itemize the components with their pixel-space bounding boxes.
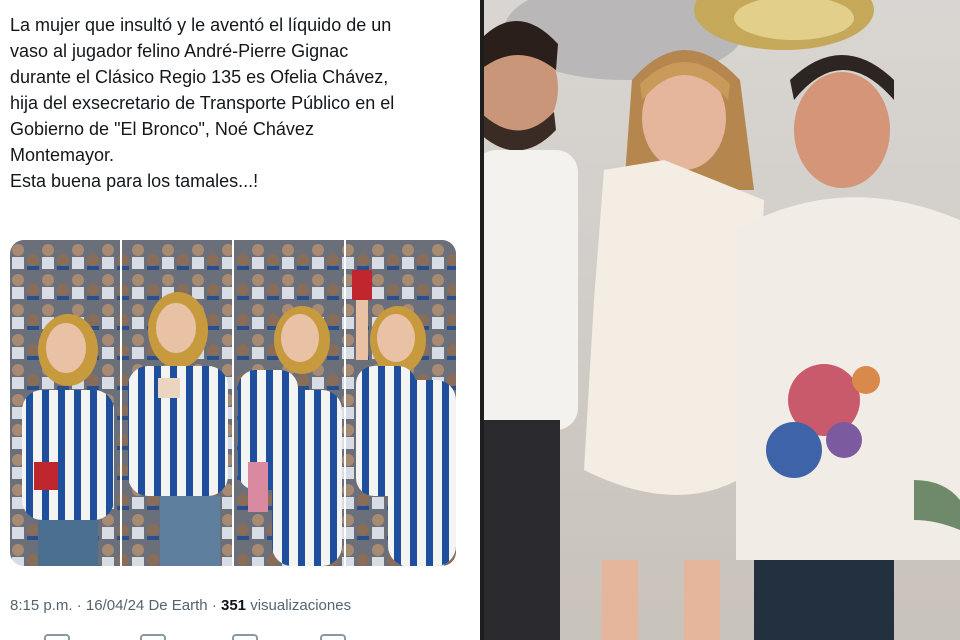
tweet-line: vaso al jugador felino André-Pierre Gign… [10, 41, 349, 61]
photo-frame-3 [234, 240, 344, 566]
tweet-date[interactable]: 16/04/24 [86, 597, 144, 614]
photo-frame-2 [122, 240, 232, 566]
reply-icon[interactable] [44, 634, 70, 640]
family-photo [484, 0, 960, 640]
family-photo-illustration [484, 0, 960, 640]
tweet-card: La mujer que insultó y le aventó el líqu… [0, 0, 480, 640]
retweet-icon[interactable] [140, 634, 166, 640]
tweet-meta: 8:15 p.m. · 16/04/24 De Earth · 351 visu… [10, 597, 351, 614]
tweet-line: Gobierno de "El Bronco", Noé Chávez [10, 119, 314, 139]
tweet-text: La mujer que insultó y le aventó el líqu… [10, 12, 472, 194]
bookmark-icon[interactable] [320, 634, 346, 640]
tweet-line: Montemayor. [10, 145, 115, 165]
tweet-photo-sequence[interactable] [10, 240, 456, 566]
like-icon[interactable] [232, 634, 258, 640]
tweet-line: hija del exsecretario de Transporte Públ… [10, 93, 395, 113]
tweet-time[interactable]: 8:15 p.m. [10, 597, 73, 614]
views-label: visualizaciones [250, 597, 352, 614]
tweet-actions [10, 630, 470, 640]
tweet-line: Esta buena para los tamales...! [10, 171, 259, 191]
stadium-photo-illustration [10, 240, 456, 566]
meta-separator: · [207, 597, 221, 614]
photo-frame-1 [10, 240, 120, 566]
tweet-line: durante el Clásico Regio 135 es Ofelia C… [10, 67, 389, 87]
meta-separator: · [72, 597, 86, 614]
tweet-line: La mujer que insultó y le aventó el líqu… [10, 15, 392, 35]
views-count: 351 [221, 597, 247, 614]
photo-frame-4 [346, 240, 456, 566]
tweet-source: De Earth [148, 597, 208, 614]
